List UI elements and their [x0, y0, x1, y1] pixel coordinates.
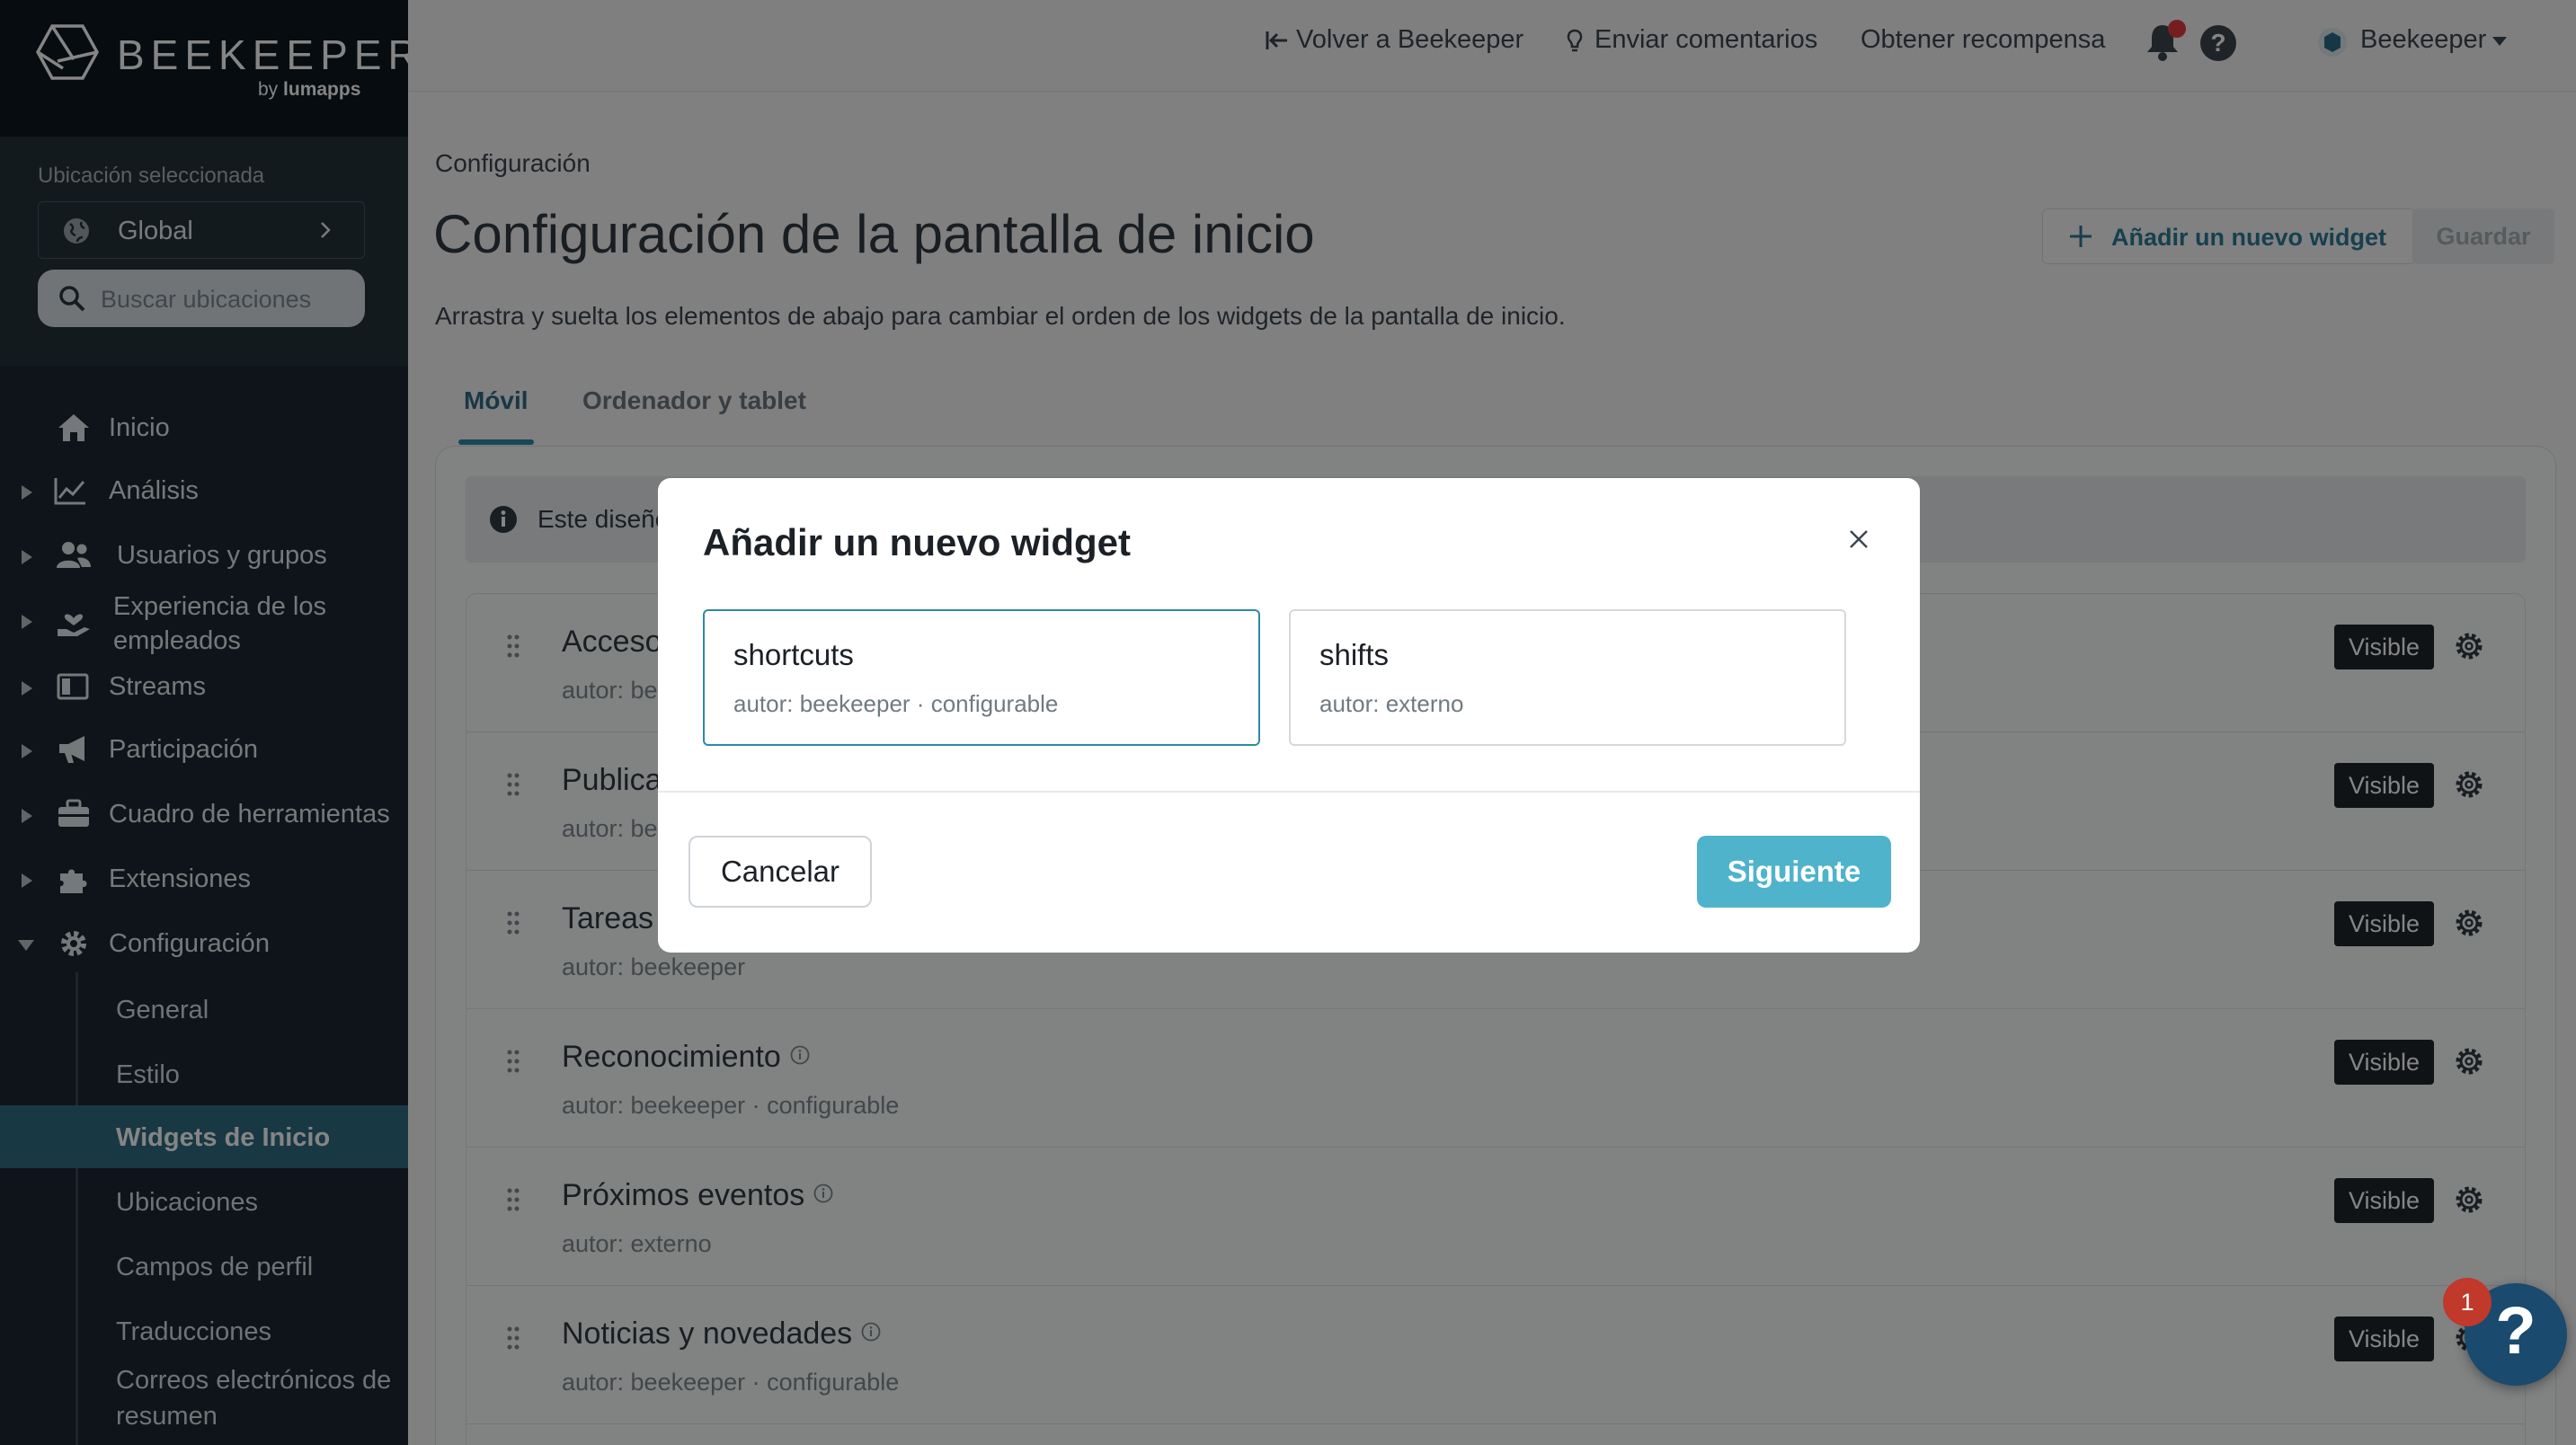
widget-option-meta: autor: beekeeper · configurable [733, 690, 1059, 717]
widget-option-name: shortcuts [733, 638, 854, 671]
help-unread-badge: 1 [2443, 1278, 2492, 1326]
widget-option-shifts[interactable]: shifts autor: externo [1289, 609, 1846, 746]
widget-option-name: shifts [1319, 638, 1390, 671]
dialog-title: Añadir un nuevo widget [703, 521, 1132, 563]
close-icon[interactable] [1846, 527, 1871, 552]
widget-option-shortcuts[interactable]: shortcuts autor: beekeeper · configurabl… [703, 609, 1260, 746]
widget-option-meta: autor: externo [1319, 690, 1464, 717]
next-button[interactable]: Siguiente [1697, 836, 1891, 908]
cancel-button[interactable]: Cancelar [688, 836, 872, 908]
add-widget-dialog: Añadir un nuevo widget shortcuts autor: … [658, 478, 1920, 953]
dialog-divider [658, 791, 1920, 793]
